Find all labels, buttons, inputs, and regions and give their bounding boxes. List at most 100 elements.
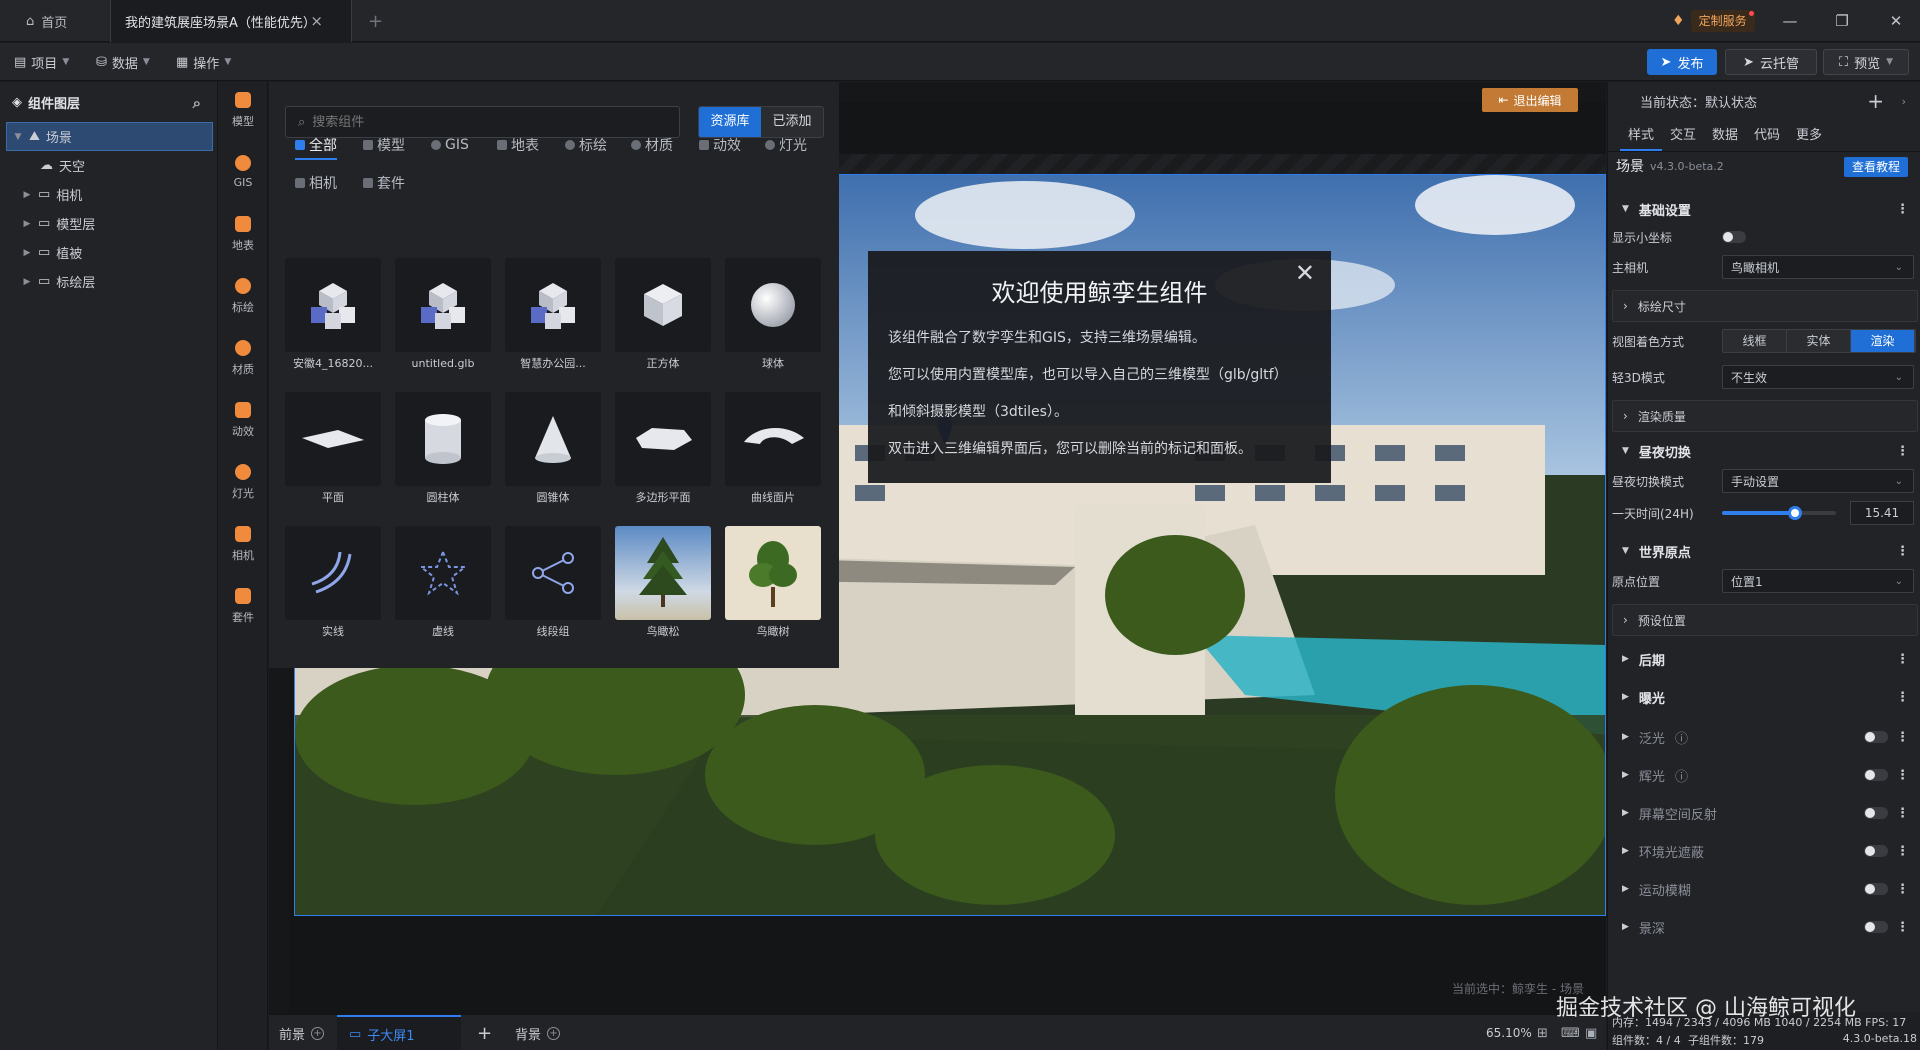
search-input[interactable] [312,114,653,130]
tree-item-vegetation[interactable]: ▶ ▭ 植被 [0,238,217,267]
category-model[interactable]: 模型 [218,82,268,138]
filter-gis[interactable]: GIS [431,134,469,156]
tree-item-model-layer[interactable]: ▶ ▭ 模型层 [0,209,217,238]
restore-button[interactable]: ❐ [1820,0,1864,42]
filter-plot[interactable]: 标绘 [565,134,607,156]
close-tab-icon[interactable]: × [310,12,323,30]
card-dashed-line[interactable]: 虚线 [395,526,491,644]
card-plane[interactable]: 平面 [285,392,381,510]
filter-all[interactable]: 全部 [295,134,337,160]
sub-render-quality[interactable]: › 渲染质量 [1612,400,1918,432]
card-cone[interactable]: 圆锥体 [505,392,601,510]
tab-interaction[interactable]: 交互 [1662,120,1704,151]
origin-pos-select[interactable]: 位置1 ⌄ [1722,569,1914,593]
section-ao[interactable]: ▶ 环境光遮蔽 ⋮ [1608,836,1920,866]
show-axes-toggle[interactable] [1722,231,1746,243]
add-screen-button[interactable]: + [477,1015,492,1050]
tab-scene[interactable]: 我的建筑展座场景A（性能优先） × [110,0,352,42]
zoom-level[interactable]: 65.10% [1486,1015,1532,1050]
filter-model[interactable]: 模型 [363,134,405,156]
section-floodlight[interactable]: ▶ 泛光 ⓘ ⋮ [1608,722,1920,752]
add-tab-button[interactable]: + [368,0,388,42]
section-basic[interactable]: ▼ 基础设置 ⋮ [1608,194,1920,224]
added-tab[interactable]: 已添加 [761,107,823,137]
card-anhui-model[interactable]: 安徽4_16820... [285,258,381,376]
search-icon[interactable]: ⌕ [193,94,201,112]
tree-item-camera[interactable]: ▶ ▭ 相机 [0,180,217,209]
add-icon[interactable]: + [547,1026,561,1040]
card-aerial-pine[interactable]: 鸟瞰松 [615,526,711,644]
main-camera-select[interactable]: 鸟瞰相机 ⌄ [1722,255,1914,279]
custom-service-button[interactable]: ♦ 定制服务 [1672,9,1755,33]
tree-item-plot-layer[interactable]: ▶ ▭ 标绘层 [0,267,217,296]
floodlight-toggle[interactable] [1864,731,1888,743]
dof-toggle[interactable] [1864,921,1888,933]
tab-code[interactable]: 代码 [1746,120,1788,151]
card-aerial-tree[interactable]: 鸟瞰树 [725,526,821,644]
sub-label-size[interactable]: › 标绘尺寸 [1612,290,1918,322]
motion-blur-toggle[interactable] [1864,883,1888,895]
section-motion-blur[interactable]: ▶ 运动模糊 ⋮ [1608,874,1920,904]
tab-home[interactable]: ⌂ 首页 [26,0,110,42]
preview-button[interactable]: ⛶ 预览 ▼ [1823,49,1909,75]
day-time-slider[interactable] [1722,506,1836,520]
mode-wireframe[interactable]: 线框 [1723,330,1787,352]
more-icon[interactable]: ⋮ [1896,920,1909,935]
publish-button[interactable]: ➤ 发布 [1647,49,1717,75]
menu-data[interactable]: ⛁ 数据 ▼ [96,43,150,81]
more-icon[interactable]: ⋮ [1896,844,1909,859]
cloud-host-button[interactable]: ➤ 云托管 [1725,49,1817,75]
filter-light[interactable]: 灯光 [765,134,807,156]
ao-toggle[interactable] [1864,845,1888,857]
add-state-icon[interactable]: + [1867,89,1884,113]
resource-library-tab[interactable]: 资源库 [699,107,761,137]
library-search[interactable]: ⌕ [285,106,680,138]
switch-mode-select[interactable]: 手动设置 ⌄ [1722,469,1914,493]
card-curve-patch[interactable]: 曲线面片 [725,392,821,510]
category-plot[interactable]: 标绘 [218,268,268,324]
exit-edit-button[interactable]: ⇤ 退出编辑 [1482,88,1578,112]
close-icon[interactable]: ✕ [1295,259,1315,287]
card-segment-group[interactable]: 线段组 [505,526,601,644]
day-time-input[interactable]: 15.41 [1850,501,1914,525]
more-icon[interactable]: ⋮ [1896,730,1909,745]
section-exposure[interactable]: ▶ 曝光 ⋮ [1608,682,1920,712]
more-icon[interactable]: ⋮ [1896,768,1909,783]
card-cylinder[interactable]: 圆柱体 [395,392,491,510]
section-glare[interactable]: ▶ 辉光 ⓘ ⋮ [1608,760,1920,790]
card-untitled-glb[interactable]: untitled.glb [395,258,491,376]
minimize-button[interactable]: — [1768,0,1812,42]
category-gis[interactable]: GIS [218,144,268,200]
card-polygon-plane[interactable]: 多边形平面 [615,392,711,510]
card-smart-office[interactable]: 智慧办公园... [505,258,601,376]
filter-ground[interactable]: 地表 [497,134,539,156]
tab-foreground[interactable]: 前景 + [279,1015,329,1050]
card-solid-line[interactable]: 实线 [285,526,381,644]
more-icon[interactable]: ⋮ [1896,544,1909,559]
tree-item-scene[interactable]: ▼ ⛰ 场景 [6,122,213,151]
tab-sub-screen[interactable]: ▭ 子大屏1 [337,1015,461,1050]
category-kit[interactable]: 套件 [218,578,268,634]
filter-kit[interactable]: 套件 [363,172,405,194]
more-icon[interactable]: ⋮ [1896,202,1909,217]
section-ssr[interactable]: ▶ 屏幕空间反射 ⋮ [1608,798,1920,828]
category-material[interactable]: 材质 [218,330,268,386]
category-effect[interactable]: 动效 [218,392,268,448]
card-cube[interactable]: 正方体 [615,258,711,376]
mode-render[interactable]: 渲染 [1851,330,1915,352]
ssr-toggle[interactable] [1864,807,1888,819]
category-ground[interactable]: 地表 [218,206,268,262]
filter-effect[interactable]: 动效 [699,134,741,156]
category-camera[interactable]: 相机 [218,516,268,572]
category-light[interactable]: 灯光 [218,454,268,510]
more-icon[interactable]: ⋮ [1896,652,1909,667]
more-icon[interactable]: ⋮ [1896,882,1909,897]
tab-data[interactable]: 数据 [1704,120,1746,151]
section-day-night[interactable]: ▼ 昼夜切换 ⋮ [1608,436,1920,466]
section-dof[interactable]: ▶ 景深 ⋮ [1608,912,1920,942]
filter-material[interactable]: 材质 [631,134,673,156]
slider-knob[interactable] [1787,506,1802,520]
filter-camera[interactable]: 相机 [295,172,337,194]
sub-preset-pos[interactable]: › 预设位置 [1612,604,1918,636]
menu-project[interactable]: ▤ 项目 ▼ [14,43,69,81]
